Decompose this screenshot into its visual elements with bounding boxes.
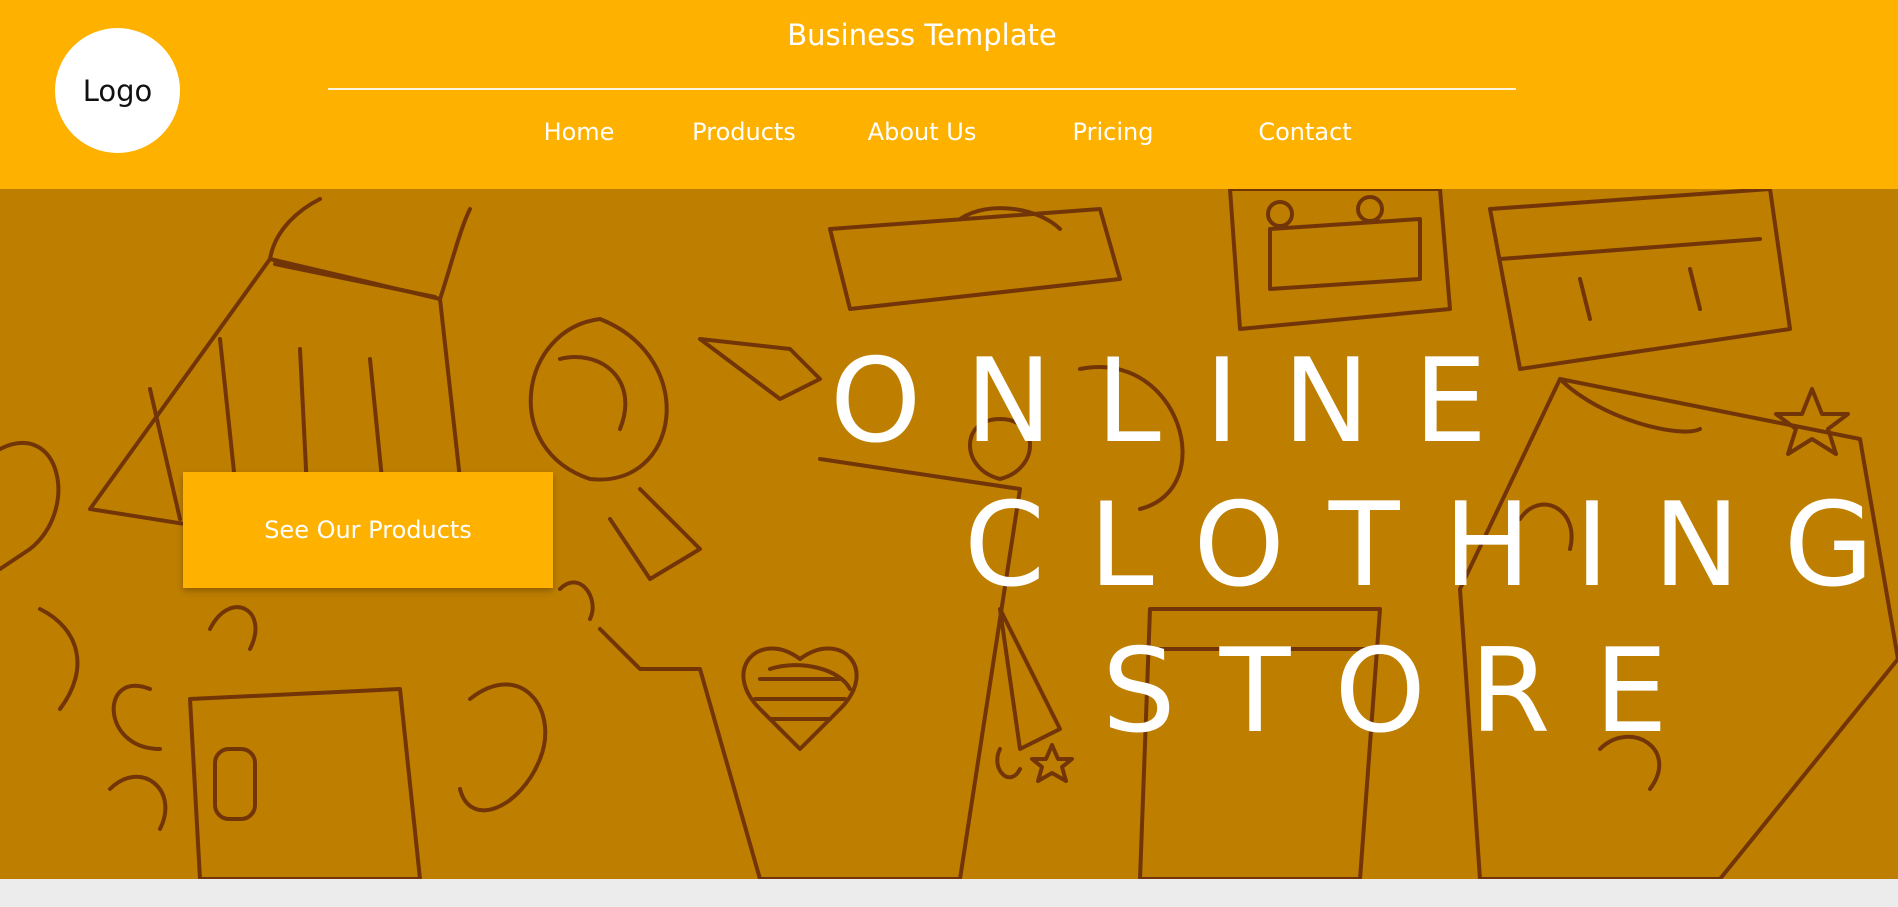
- hero-banner: See Our Products ONLINE CLOTHING STORE: [0, 189, 1898, 879]
- headline-line-1: ONLINE: [830, 334, 1531, 469]
- page-bottom-strip: [0, 879, 1898, 907]
- site-header: Logo Business Template Home Products Abo…: [0, 0, 1898, 189]
- nav-about-us[interactable]: About Us: [868, 118, 977, 146]
- site-title: Business Template: [787, 18, 1057, 52]
- see-our-products-button[interactable]: See Our Products: [183, 472, 553, 588]
- logo[interactable]: Logo: [55, 28, 180, 153]
- header-divider: [328, 88, 1516, 90]
- logo-text: Logo: [82, 73, 153, 108]
- nav-pricing[interactable]: Pricing: [1073, 118, 1154, 146]
- nav-contact[interactable]: Contact: [1258, 118, 1351, 146]
- headline-line-3: STORE: [1102, 624, 1712, 759]
- nav-home[interactable]: Home: [544, 118, 615, 146]
- headline-line-2: CLOTHING: [964, 478, 1898, 613]
- nav-products[interactable]: Products: [692, 118, 796, 146]
